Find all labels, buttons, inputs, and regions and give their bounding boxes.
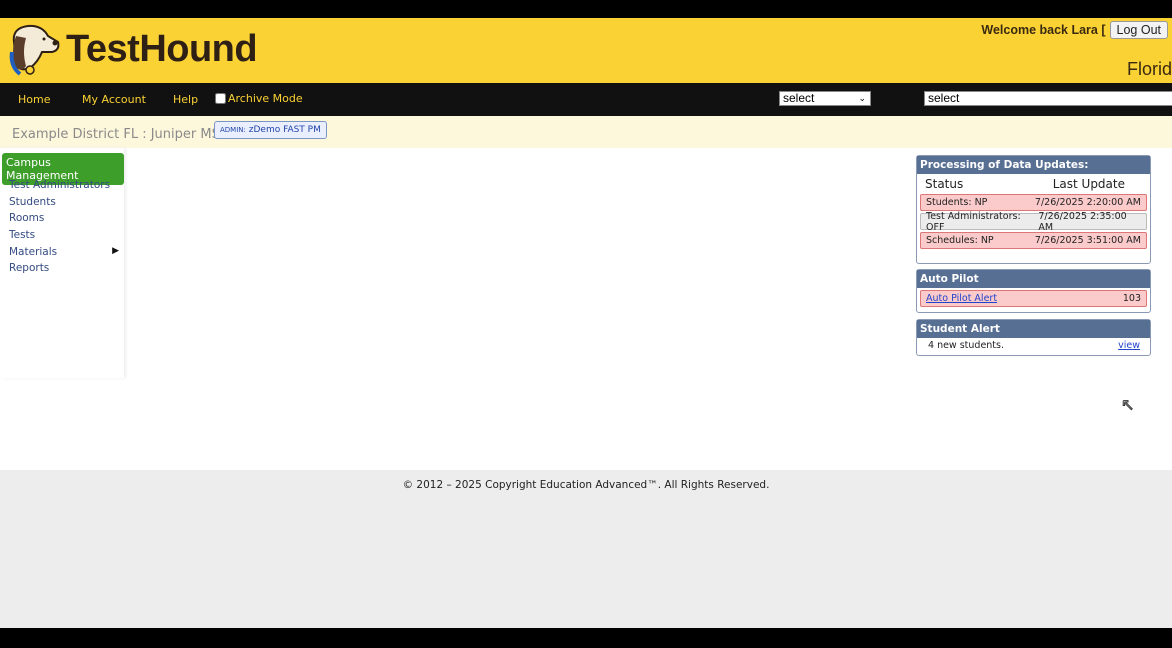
- time: 7/26/2025 3:51:00 AM: [1034, 235, 1141, 246]
- state-name: Florid: [1126, 59, 1172, 79]
- nav-help[interactable]: Help: [173, 93, 198, 106]
- sidebar-item-students[interactable]: Students: [9, 196, 119, 213]
- admin-badge[interactable]: ADMIN: zDemo FAST PM: [214, 121, 327, 139]
- sidebar: Campus Management Test Administrators St…: [0, 148, 124, 378]
- mouse-cursor-icon: ↖: [1120, 395, 1135, 415]
- time: 7/26/2025 2:35:00 AM: [1038, 210, 1127, 233]
- select-dropdown-2[interactable]: select: [924, 91, 1172, 106]
- sidebar-item-materials[interactable]: Materials ▶: [9, 246, 119, 263]
- logo-text: TestHound: [66, 27, 258, 70]
- student-alert-text: 4 new students.: [928, 340, 1005, 351]
- last-update-header: Last Update: [1052, 177, 1125, 191]
- status-row: Students: NP 7/26/2025 2:20:00 AM: [920, 194, 1147, 211]
- status: Test Administrators: OFF: [926, 210, 1021, 233]
- view-link[interactable]: view: [1118, 340, 1140, 351]
- auto-pilot-row: Auto Pilot Alert 103: [920, 290, 1147, 307]
- hound-logo-icon: [9, 24, 60, 76]
- header: TestHound Welcome back Lara [ Log Out Fl…: [0, 18, 1172, 83]
- select-2-value: select: [928, 91, 960, 105]
- auto-pilot-alert-link[interactable]: Auto Pilot Alert: [926, 293, 997, 304]
- materials-label: Materials: [9, 245, 58, 258]
- processing-panel: Processing of Data Updates: Status Last U…: [916, 155, 1151, 264]
- auto-pilot-panel: Auto Pilot Auto Pilot Alert 103: [916, 269, 1151, 313]
- admin-prefix: ADMIN:: [220, 126, 246, 134]
- student-alert-panel: Student Alert 4 new students. view: [916, 319, 1151, 356]
- nav-my-account[interactable]: My Account: [82, 93, 146, 106]
- top-black-bar: [0, 0, 1172, 18]
- sidebar-item-reports[interactable]: Reports: [9, 262, 119, 279]
- admin-name: zDemo FAST PM: [248, 125, 321, 135]
- status-row: Schedules: NP 7/26/2025 3:51:00 AM: [920, 232, 1147, 249]
- status: Schedules: NP: [926, 235, 994, 246]
- sidebar-item-test-administrators[interactable]: Test Administrators: [9, 179, 119, 196]
- select-1-value: select: [783, 91, 815, 105]
- nav-home[interactable]: Home: [18, 93, 50, 106]
- welcome-area: Welcome back Lara [ Log Out: [981, 21, 1168, 39]
- copyright: © 2012 – 2025 Copyright Education Advanc…: [402, 479, 770, 491]
- footer: © 2012 – 2025 Copyright Education Advanc…: [0, 470, 1172, 628]
- welcome-text: Welcome back Lara [: [981, 23, 1106, 37]
- nav-bar: Home My Account Help Archive Mode select…: [0, 83, 1172, 116]
- processing-title: Processing of Data Updates:: [917, 156, 1150, 174]
- status: Students: NP: [926, 197, 988, 208]
- caret-right-icon: ▶: [112, 245, 119, 256]
- status-row: Test Administrators: OFF 7/26/2025 2:35:0…: [920, 210, 1147, 233]
- auto-pilot-title: Auto Pilot: [917, 270, 1150, 288]
- breadcrumb: Example District FL : Juniper MS ADMIN: …: [0, 116, 1172, 148]
- logo[interactable]: TestHound: [8, 22, 258, 76]
- auto-pilot-count: 103: [1122, 293, 1141, 304]
- sidebar-item-tests[interactable]: Tests: [9, 229, 119, 246]
- sidebar-item-rooms[interactable]: Rooms: [9, 212, 119, 229]
- logout-button[interactable]: Log Out: [1109, 21, 1168, 39]
- archive-mode-toggle[interactable]: Archive Mode: [215, 92, 303, 105]
- main-content: Campus Management Test Administrators St…: [0, 148, 1172, 470]
- archive-mode-checkbox[interactable]: [215, 93, 226, 104]
- select-dropdown-1[interactable]: select ⌄: [779, 91, 871, 106]
- bottom-black-bar: [0, 628, 1172, 648]
- archive-mode-label: Archive Mode: [228, 92, 303, 105]
- district-campus: Example District FL : Juniper MS: [12, 127, 220, 142]
- status-header: Status: [925, 177, 964, 191]
- time: 7/26/2025 2:20:00 AM: [1034, 197, 1141, 208]
- student-alert-title: Student Alert: [917, 320, 1150, 338]
- chevron-down-icon: ⌄: [858, 93, 866, 103]
